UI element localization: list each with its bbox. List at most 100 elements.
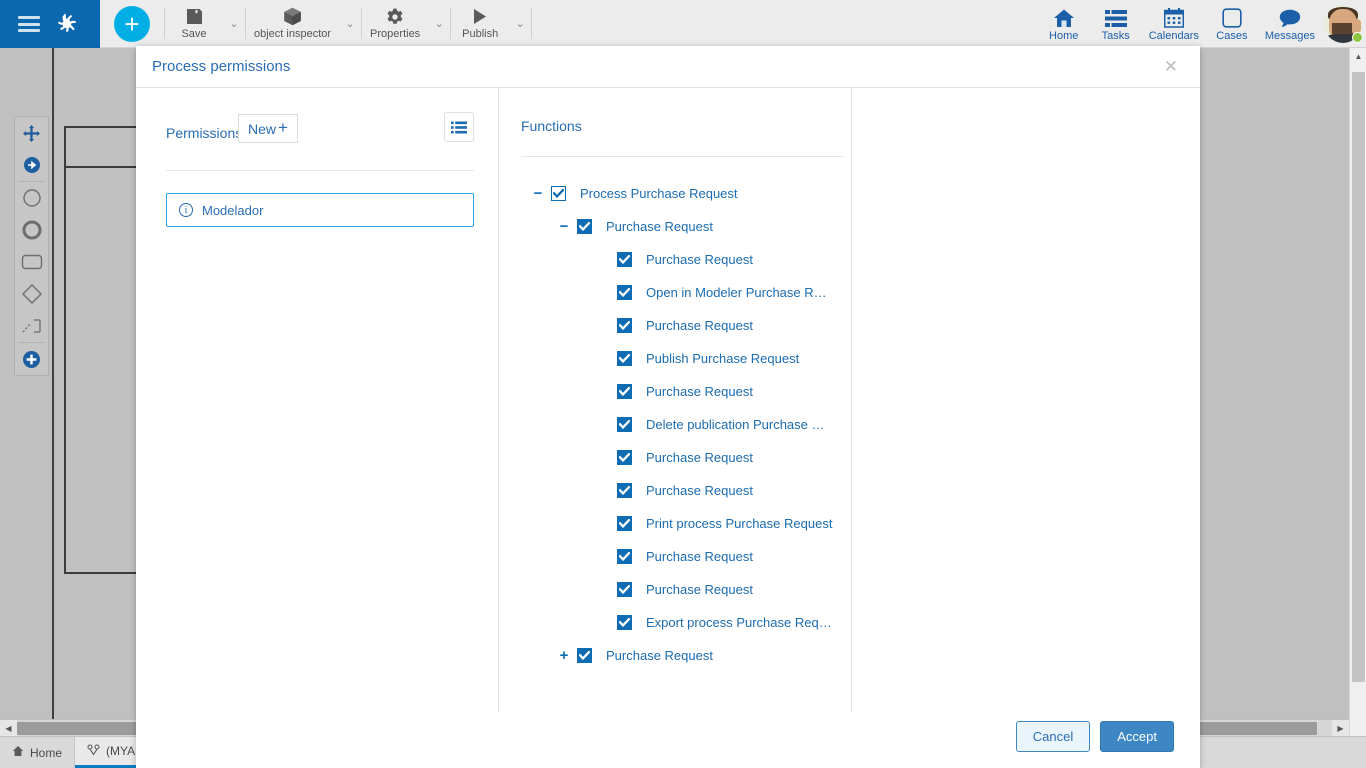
ribbon-tool-object-inspector[interactable]: object inspector ⌄ — [246, 0, 361, 47]
tree-node[interactable]: Export process Purchase Req… — [521, 606, 851, 639]
tree-node-checkbox[interactable] — [577, 219, 592, 234]
add-element-icon[interactable] — [15, 343, 48, 375]
accept-button[interactable]: Accept — [1100, 720, 1174, 752]
functions-divider — [521, 156, 843, 157]
window-vertical-scrollbar[interactable]: ▲ ▼ — [1349, 48, 1366, 751]
messages-icon — [1279, 6, 1301, 28]
close-icon[interactable]: ✕ — [1158, 56, 1184, 77]
connector-icon[interactable] — [15, 310, 48, 342]
tree-node-checkbox[interactable] — [617, 252, 632, 267]
start-event-icon[interactable] — [15, 182, 48, 214]
object-inspector-button[interactable]: object inspector — [246, 0, 339, 47]
tree-node-checkbox[interactable] — [617, 483, 632, 498]
intermediate-event-icon[interactable] — [15, 214, 48, 246]
publish-button[interactable]: Publish — [451, 0, 509, 47]
tree-node[interactable]: − Purchase Request — [521, 210, 851, 243]
nav-cases[interactable]: Cases — [1206, 0, 1258, 47]
avatar[interactable] — [1322, 0, 1364, 47]
bizagi-logo-icon[interactable] — [52, 9, 82, 39]
scroll-right-icon[interactable]: ▶ — [1332, 719, 1349, 737]
info-icon: i — [179, 203, 193, 217]
properties-label: Properties — [370, 27, 421, 40]
tree-node-checkbox[interactable] — [617, 582, 632, 597]
save-dropdown-icon[interactable]: ⌄ — [223, 0, 245, 47]
tree-node-label: Purchase Request — [646, 384, 753, 399]
taskbar-tab-home[interactable]: Home — [0, 737, 76, 768]
collapse-icon[interactable]: − — [557, 219, 571, 234]
tree-node-checkbox[interactable] — [617, 516, 632, 531]
tree-node[interactable]: Purchase Request — [521, 474, 851, 507]
nav-messages[interactable]: Messages — [1258, 0, 1322, 47]
tasks-icon — [1104, 6, 1127, 28]
tree-node[interactable]: + Purchase Request — [521, 639, 851, 672]
nav-tasks[interactable]: Tasks — [1090, 0, 1142, 47]
play-icon — [472, 7, 488, 27]
tree-node[interactable]: Purchase Request — [521, 309, 851, 342]
tree-node-label: Purchase Request — [606, 648, 713, 663]
tree-node-checkbox[interactable] — [617, 549, 632, 564]
sequence-flow-icon[interactable] — [15, 149, 48, 181]
gateway-icon[interactable] — [15, 278, 48, 310]
task-icon[interactable] — [15, 246, 48, 278]
tree-node-checkbox[interactable] — [617, 351, 632, 366]
tree-node-checkbox[interactable] — [617, 285, 632, 300]
object-inspector-dropdown-icon[interactable]: ⌄ — [339, 0, 361, 47]
tree-node[interactable]: Purchase Request — [521, 573, 851, 606]
publish-dropdown-icon[interactable]: ⌄ — [509, 0, 531, 47]
tree-node-checkbox[interactable] — [617, 417, 632, 432]
properties-button[interactable]: Properties — [362, 0, 428, 47]
tree-node[interactable]: Purchase Request — [521, 441, 851, 474]
tree-node-label: Purchase Request — [606, 219, 713, 234]
ribbon-tool-save[interactable]: Save ⌄ — [165, 0, 245, 47]
tree-node-label: Purchase Request — [646, 483, 753, 498]
tree-node[interactable]: Purchase Request — [521, 243, 851, 276]
scroll-up-icon[interactable]: ▲ — [1350, 48, 1366, 65]
tree-node[interactable]: Print process Purchase Request — [521, 507, 851, 540]
functions-tree[interactable]: − Process Purchase Request − Purchase Reque… — [521, 177, 851, 672]
vertical-scroll-thumb[interactable] — [1352, 72, 1365, 682]
tree-node-checkbox[interactable] — [617, 318, 632, 333]
cancel-button[interactable]: Cancel — [1015, 720, 1091, 752]
tree-node-label: Publish Purchase Request — [646, 351, 800, 366]
dialog-footer: Cancel Accept — [136, 712, 1200, 768]
tree-node[interactable]: Purchase Request — [521, 375, 851, 408]
tree-node-label: Process Purchase Request — [580, 186, 738, 201]
tree-node-checkbox[interactable] — [617, 384, 632, 399]
list-view-icon[interactable] — [444, 112, 474, 142]
tree-node-checkbox[interactable] — [577, 648, 592, 663]
tree-node[interactable]: − Process Purchase Request — [521, 177, 851, 210]
scroll-left-icon[interactable]: ◀ — [0, 719, 17, 737]
hamburger-icon[interactable] — [18, 16, 40, 32]
page-title: Process permissions — [152, 58, 291, 75]
tree-node[interactable]: Purchase Request — [521, 540, 851, 573]
expand-icon[interactable]: + — [557, 648, 571, 663]
ribbon-tool-properties[interactable]: Properties ⌄ — [362, 0, 450, 47]
calendar-icon — [1163, 6, 1184, 28]
process-permissions-dialog: Process permissions ✕ Permissions New + — [136, 46, 1200, 768]
tree-node-label: Purchase Request — [646, 450, 753, 465]
nav-messages-label: Messages — [1264, 29, 1315, 42]
tree-node-checkbox[interactable] — [617, 615, 632, 630]
cases-icon — [1222, 6, 1242, 28]
nav-calendars[interactable]: Calendars — [1142, 0, 1206, 47]
tree-node[interactable]: Publish Purchase Request — [521, 342, 851, 375]
ribbon-tool-publish[interactable]: Publish ⌄ — [451, 0, 531, 47]
save-button[interactable]: Save — [165, 0, 223, 47]
tree-node-checkbox[interactable] — [551, 186, 566, 201]
tree-node-checkbox[interactable] — [617, 450, 632, 465]
tree-node[interactable]: Delete publication Purchase … — [521, 408, 851, 441]
nav-home[interactable]: Home — [1038, 0, 1090, 47]
new-permission-button[interactable]: New + — [238, 114, 298, 143]
detail-panel — [852, 88, 1200, 712]
list-item[interactable]: i Modelador — [166, 193, 474, 227]
properties-dropdown-icon[interactable]: ⌄ — [428, 0, 450, 47]
add-button[interactable]: + — [114, 6, 150, 42]
functions-title: Functions — [521, 118, 582, 134]
status-badge — [1352, 32, 1363, 43]
shape-palette[interactable] — [14, 116, 49, 376]
ribbon-divider — [531, 8, 533, 39]
collapse-icon[interactable]: − — [531, 186, 545, 201]
move-tool-icon[interactable] — [15, 117, 48, 149]
nav-tasks-label: Tasks — [1101, 29, 1130, 42]
tree-node[interactable]: Open in Modeler Purchase R… — [521, 276, 851, 309]
